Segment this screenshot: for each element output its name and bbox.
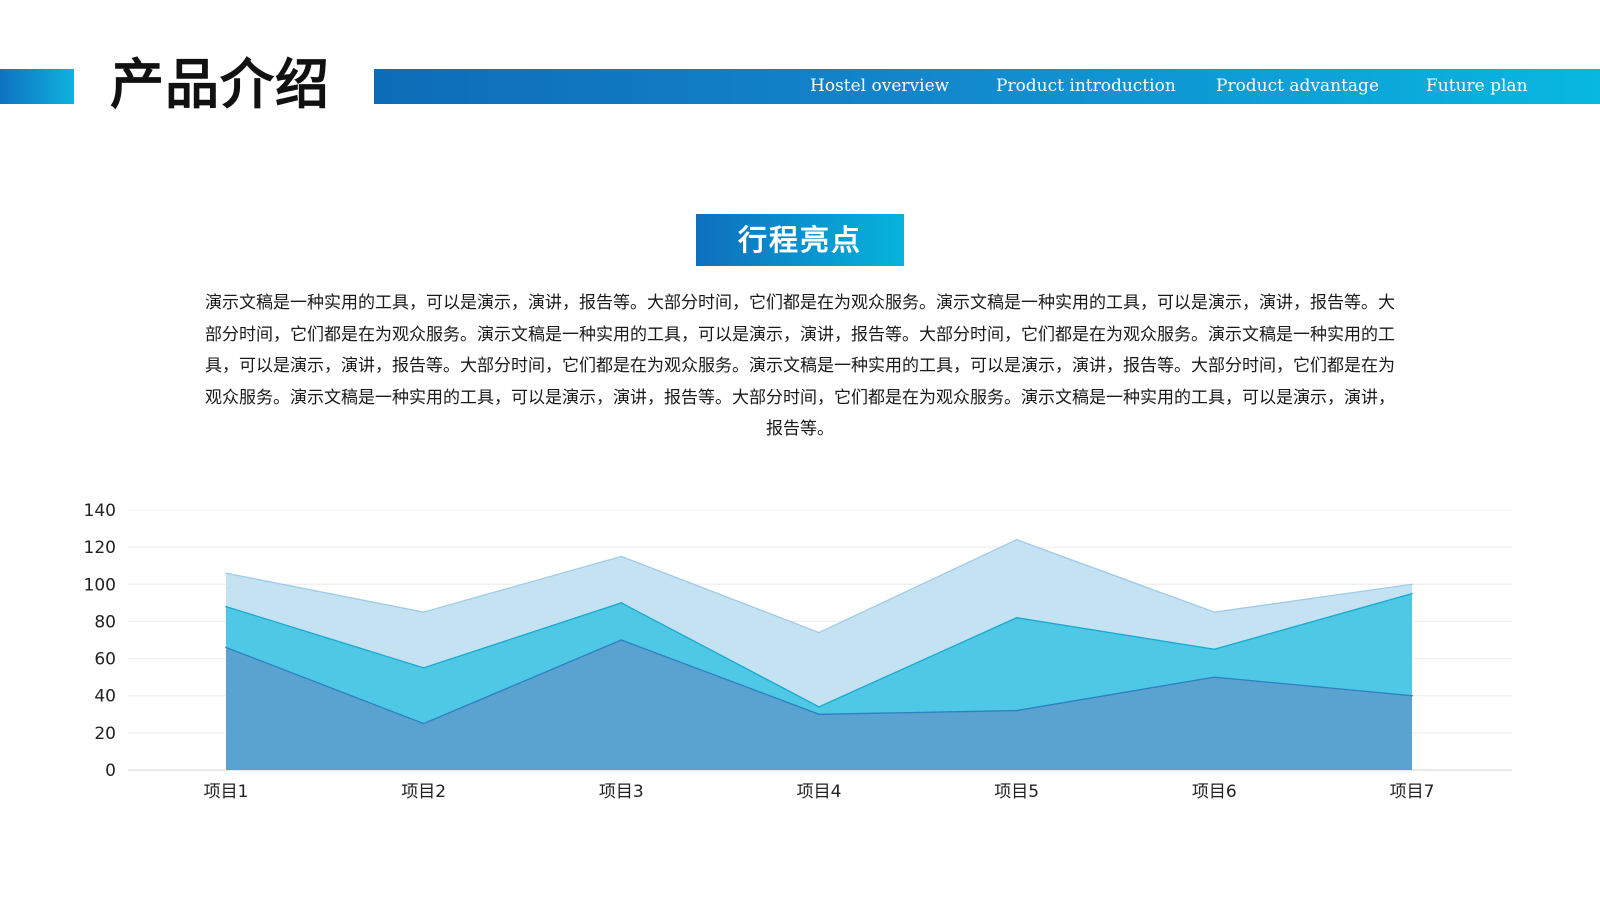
data-point bbox=[1015, 616, 1018, 619]
data-point bbox=[818, 713, 820, 716]
y-tick-label: 40 bbox=[94, 687, 116, 707]
data-point bbox=[620, 602, 623, 604]
data-point bbox=[1411, 592, 1413, 595]
y-tick-label: 60 bbox=[94, 650, 116, 670]
x-tick-label: 项目3 bbox=[599, 782, 644, 802]
data-point bbox=[422, 722, 425, 725]
x-tick-label: 项目1 bbox=[204, 782, 249, 802]
page-title: 产品介绍 bbox=[110, 52, 330, 116]
data-point bbox=[1015, 709, 1018, 712]
data-point bbox=[422, 611, 425, 613]
header-left-accent bbox=[0, 69, 74, 104]
nav-item-hostel-overview[interactable]: Hostel overview bbox=[810, 69, 949, 104]
y-tick-label: 20 bbox=[94, 724, 116, 744]
data-point bbox=[1213, 676, 1216, 678]
data-point bbox=[225, 605, 227, 608]
header-nav-bar: Hostel overview Product introduction Pro… bbox=[374, 69, 1600, 104]
x-tick-label: 项目4 bbox=[797, 782, 842, 802]
data-point bbox=[620, 555, 623, 558]
y-tick-label: 120 bbox=[84, 538, 116, 558]
data-point bbox=[1411, 694, 1413, 697]
nav-item-product-introduction[interactable]: Product introduction bbox=[996, 69, 1176, 104]
data-point bbox=[1015, 538, 1018, 541]
data-point bbox=[1213, 611, 1216, 613]
y-tick-label: 0 bbox=[105, 761, 116, 781]
section-badge: 行程亮点 bbox=[696, 214, 904, 266]
x-tick-label: 项目7 bbox=[1390, 782, 1435, 802]
data-point bbox=[620, 639, 623, 641]
nav-item-product-advantage[interactable]: Product advantage bbox=[1216, 69, 1379, 104]
data-point bbox=[225, 572, 227, 574]
data-point bbox=[225, 646, 227, 649]
x-tick-label: 项目2 bbox=[401, 782, 446, 802]
y-tick-label: 100 bbox=[84, 575, 116, 595]
y-tick-label: 80 bbox=[94, 612, 116, 632]
data-point bbox=[818, 631, 820, 634]
nav-item-future-plan[interactable]: Future plan bbox=[1426, 69, 1528, 104]
data-point bbox=[818, 706, 820, 708]
x-tick-label: 项目5 bbox=[994, 782, 1039, 802]
data-point bbox=[1213, 648, 1216, 651]
data-point bbox=[1411, 583, 1413, 586]
chart-areas bbox=[225, 538, 1413, 770]
area-chart: 0 20 40 60 80 100 120 140 项目1 项目2 项目3 项目4 项目5 项目6 项目7 bbox=[84, 501, 1512, 802]
y-tick-label: 140 bbox=[84, 501, 116, 521]
data-point bbox=[422, 667, 425, 669]
x-tick-label: 项目6 bbox=[1192, 782, 1237, 802]
body-paragraph: 演示文稿是一种实用的工具，可以是演示，演讲，报告等。大部分时间，它们都是在为观众… bbox=[205, 293, 1395, 439]
